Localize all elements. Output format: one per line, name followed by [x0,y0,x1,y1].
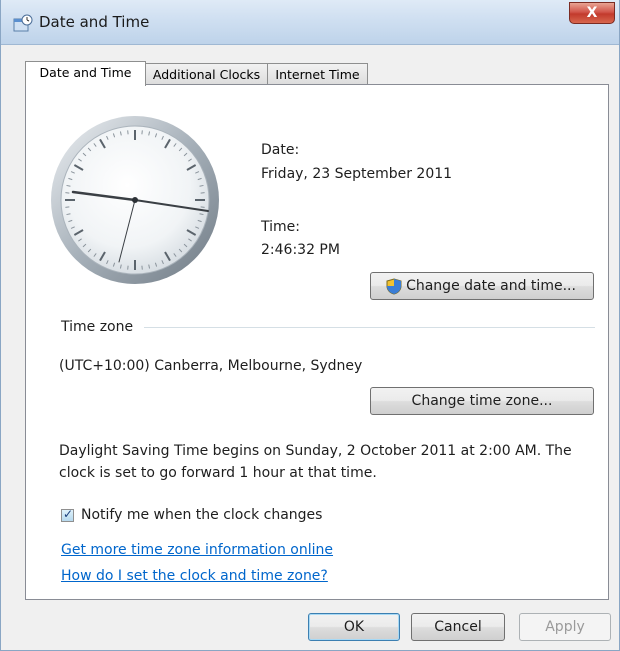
tab-additional-clocks[interactable]: Additional Clocks [145,63,268,85]
more-time-zone-info-link[interactable]: Get more time zone information online [61,542,333,558]
change-date-time-label: Change date and time... [406,278,576,294]
notify-label[interactable]: Notify me when the clock changes [81,507,322,523]
time-zone-value: (UTC+10:00) Canberra, Melbourne, Sydney [59,358,363,374]
date-value: Friday, 23 September 2011 [261,166,453,182]
checkmark-icon: ✓ [63,507,74,521]
date-label: Date: [261,142,300,158]
change-date-time-button[interactable]: Change date and time... [370,272,594,300]
title-bar[interactable]: Date and Time X [1,0,619,45]
time-label: Time: [261,219,300,235]
dst-notice-line-1: Daylight Saving Time begins on Sunday, 2… [59,443,572,459]
notify-checkbox[interactable]: ✓ [61,507,74,522]
apply-button[interactable]: Apply [519,613,611,641]
tab-internet-time[interactable]: Internet Time [267,63,368,85]
cancel-button[interactable]: Cancel [411,613,505,641]
date-time-dialog: Date and Time X Date and Time Additional… [0,0,620,651]
change-time-zone-button[interactable]: Change time zone... [370,387,594,415]
close-button[interactable]: X [569,2,615,24]
how-to-set-clock-link[interactable]: How do I set the clock and time zone? [61,568,328,584]
time-zone-divider [144,327,595,328]
ok-button[interactable]: OK [308,613,400,641]
analog-clock [51,116,219,284]
uac-shield-icon [386,278,402,295]
time-zone-section-label: Time zone [61,319,134,335]
window-title: Date and Time [39,13,150,31]
tab-date-and-time[interactable]: Date and Time [25,61,146,86]
clock-app-icon [13,14,33,32]
dst-notice-line-2: clock is set to go forward 1 hour at tha… [59,465,377,481]
time-value: 2:46:32 PM [261,242,340,258]
